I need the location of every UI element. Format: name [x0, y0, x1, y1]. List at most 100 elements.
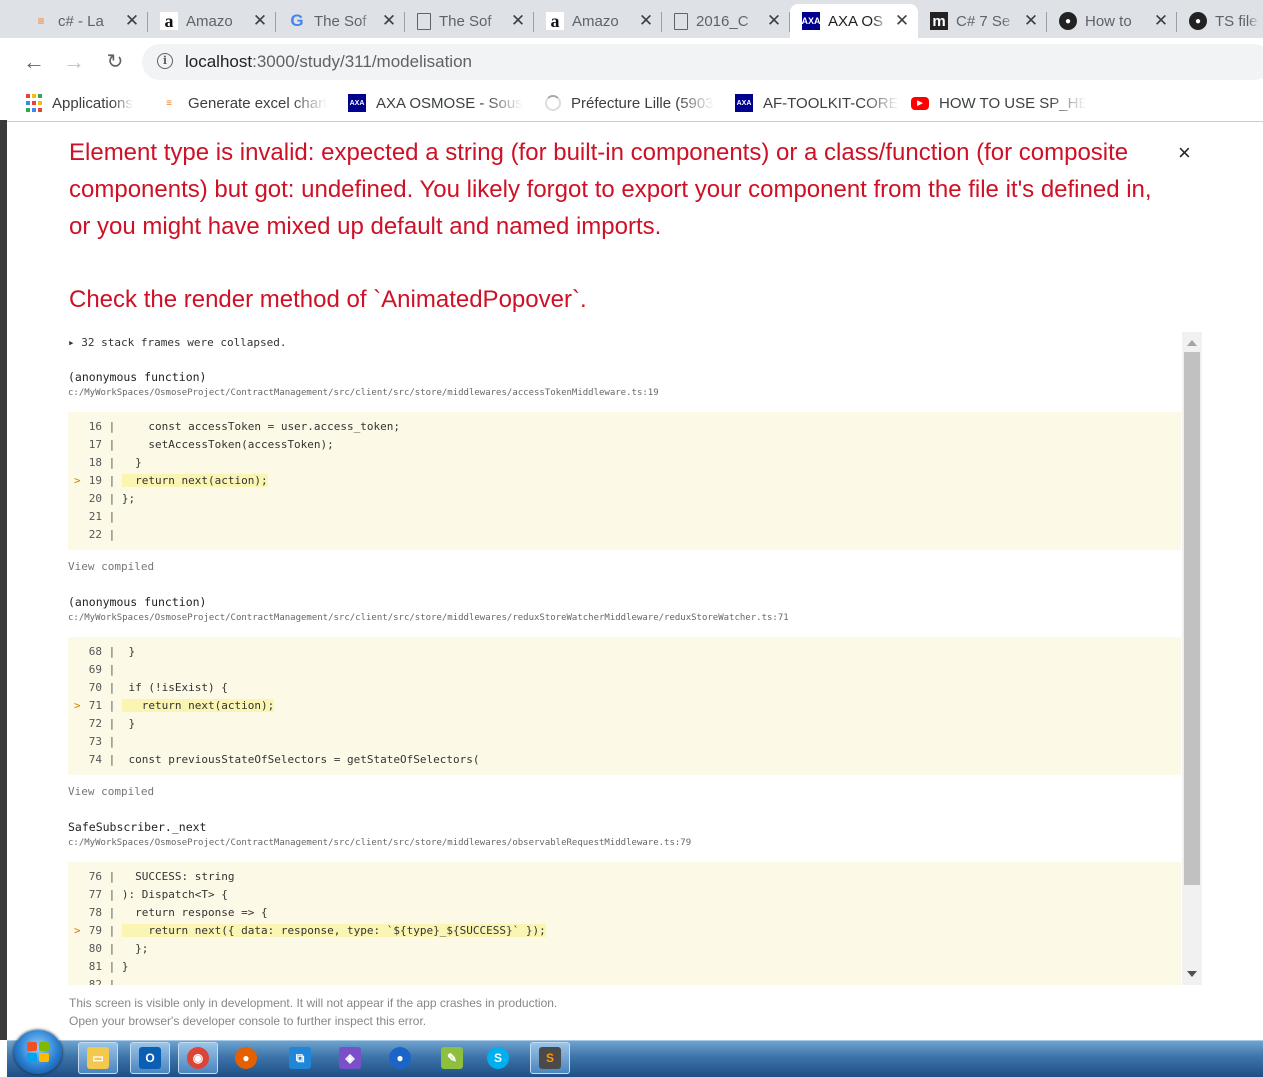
tab-title: C# 7 Se [956, 12, 1011, 30]
scroll-down-icon[interactable] [1187, 971, 1197, 977]
tab-title: TS files [1215, 12, 1259, 30]
forward-arrow-icon[interactable]: → [60, 48, 88, 76]
line-number: 71 [88, 699, 102, 712]
line-number: 69 [88, 663, 102, 676]
browser-tab[interactable]: a Amazo ✕ [148, 4, 276, 38]
apps-dot [32, 107, 36, 112]
back-arrow-icon[interactable]: ← [20, 48, 48, 76]
scroll-thumb[interactable] [1184, 352, 1200, 885]
line-number: 77 [88, 888, 102, 901]
bookmark-item[interactable]: ▶ HOW TO USE SP_HEL [911, 92, 1086, 114]
bookmark-item[interactable]: AXA AXA OSMOSE - Sous [348, 92, 528, 114]
browser-tab[interactable]: ≡ c# - La ✕ [20, 4, 148, 38]
gutter-bar: | [102, 753, 122, 766]
code-text: ): Dispatch<T> { [121, 888, 228, 901]
footer-line-2: Open your browser's developer console to… [69, 1014, 427, 1028]
bookmark-item[interactable]: Applications [26, 92, 146, 114]
code-text: }; [121, 942, 149, 955]
taskbar-button[interactable]: ✎ [432, 1042, 472, 1074]
taskbar-button[interactable]: ◈ [330, 1042, 370, 1074]
code-line: 21 | [68, 508, 1181, 526]
reload-icon[interactable]: ↻ [101, 48, 129, 76]
taskbar-button[interactable]: ◉ [178, 1042, 218, 1074]
taskbar-button[interactable]: ⧉ [280, 1042, 320, 1074]
apps-dot [32, 94, 36, 99]
code-line: 82 | [68, 976, 1181, 985]
close-tab-icon[interactable]: ✕ [510, 11, 526, 31]
info-icon[interactable]: i [157, 53, 173, 69]
code-line: >19 | return next(action); [68, 472, 1181, 490]
browser-tab[interactable]: ● How to ✕ [1047, 4, 1177, 38]
code-text: return next({ data: response, type: `${t… [121, 924, 546, 937]
stack-frame-file[interactable]: c:/MyWorkSpaces/OsmoseProject/ContractMa… [68, 838, 691, 848]
taskbar-button[interactable]: S [478, 1042, 518, 1074]
browser-tab[interactable]: G The Sof ✕ [276, 4, 405, 38]
current-line-marker: > [74, 474, 81, 487]
stackoverflow-icon: ≡ [166, 97, 172, 109]
line-number: 72 [88, 717, 102, 730]
document-icon [417, 12, 431, 30]
close-icon[interactable]: × [1178, 140, 1191, 166]
document-icon [674, 12, 688, 30]
close-tab-icon[interactable]: ✕ [381, 11, 397, 31]
line-number: 21 [88, 510, 102, 523]
tab-title: The Sof [439, 12, 492, 30]
url-host: localhost [185, 52, 253, 71]
taskbar-button[interactable]: ● [380, 1042, 420, 1074]
code-line: 16 | const accessToken = user.access_tok… [68, 418, 1181, 436]
taskbar-button[interactable]: ▭ [78, 1042, 118, 1074]
outlook-icon: O [139, 1047, 161, 1069]
code-snippet: 76 | SUCCESS: string 77 | ): Dispatch<T> … [68, 862, 1181, 985]
axa-icon: AXA [735, 94, 753, 112]
browser-tab[interactable]: ● TS files [1177, 4, 1263, 38]
browser-tab[interactable]: a Amazo ✕ [534, 4, 662, 38]
close-tab-icon[interactable]: ✕ [894, 11, 910, 31]
line-number: 82 [88, 978, 102, 985]
stack-frame-function: (anonymous function) [68, 370, 207, 384]
bookmark-item[interactable]: ≡ Generate excel chart [160, 92, 335, 114]
stack-scrollbar[interactable] [1182, 332, 1202, 985]
close-tab-icon[interactable]: ✕ [1023, 11, 1039, 31]
bookmark-item[interactable]: Préfecture Lille (5903 [545, 92, 720, 114]
browser-tab[interactable]: The Sof ✕ [405, 4, 534, 38]
dev-footer: This screen is visible only in developme… [69, 994, 557, 1030]
close-tab-icon[interactable]: ✕ [638, 11, 654, 31]
stack-frame-file[interactable]: c:/MyWorkSpaces/OsmoseProject/ContractMa… [68, 388, 659, 398]
browser-tab[interactable]: m C# 7 Se ✕ [918, 4, 1047, 38]
firefox-dev-icon: ● [389, 1047, 411, 1069]
taskbar-button[interactable]: S [530, 1042, 570, 1074]
close-tab-icon[interactable]: ✕ [124, 11, 140, 31]
stack-frame-file[interactable]: c:/MyWorkSpaces/OsmoseProject/ContractMa… [68, 613, 789, 623]
taskbar-button[interactable]: ● [226, 1042, 266, 1074]
scroll-up-icon[interactable] [1187, 340, 1197, 346]
view-compiled-link[interactable]: View compiled [68, 785, 154, 798]
gutter-bar: | [102, 663, 122, 676]
view-compiled-link[interactable]: View compiled [68, 560, 154, 573]
gutter-bar: | [102, 942, 122, 955]
apps-dot [38, 94, 42, 99]
close-tab-icon[interactable]: ✕ [766, 11, 782, 31]
browser-tab[interactable]: 2016_C ✕ [662, 4, 790, 38]
tab-title: AXA OS [828, 12, 884, 30]
notepad-icon: ✎ [441, 1047, 463, 1069]
url-text[interactable]: localhost:3000/study/311/modelisation [185, 52, 472, 72]
gutter-bar: | [102, 474, 122, 487]
vscode-icon: ⧉ [289, 1047, 311, 1069]
code-text: }; [121, 492, 136, 505]
browser-tab[interactable]: AXA AXA OS ✕ [790, 4, 918, 38]
bookmark-label: Applications [52, 94, 133, 112]
start-button[interactable] [14, 1030, 62, 1074]
taskbar-button[interactable]: O [130, 1042, 170, 1074]
visual-studio-icon: ◈ [339, 1047, 361, 1069]
stackoverflow-icon: ≡ [37, 14, 45, 28]
windows-logo-icon [27, 1042, 49, 1062]
gutter-bar: | [102, 717, 122, 730]
close-tab-icon[interactable]: ✕ [252, 11, 268, 31]
close-tab-icon[interactable]: ✕ [1153, 11, 1169, 31]
code-line: 69 | [68, 661, 1181, 679]
code-line: >79 | return next({ data: response, type… [68, 922, 1181, 940]
collapsed-frames-toggle[interactable]: ▸ 32 stack frames were collapsed. [68, 336, 287, 349]
stack-frame-function: SafeSubscriber._next [68, 820, 207, 834]
line-number: 70 [88, 681, 102, 694]
bookmark-item[interactable]: AXA AF-TOOLKIT-CORE [735, 92, 905, 114]
